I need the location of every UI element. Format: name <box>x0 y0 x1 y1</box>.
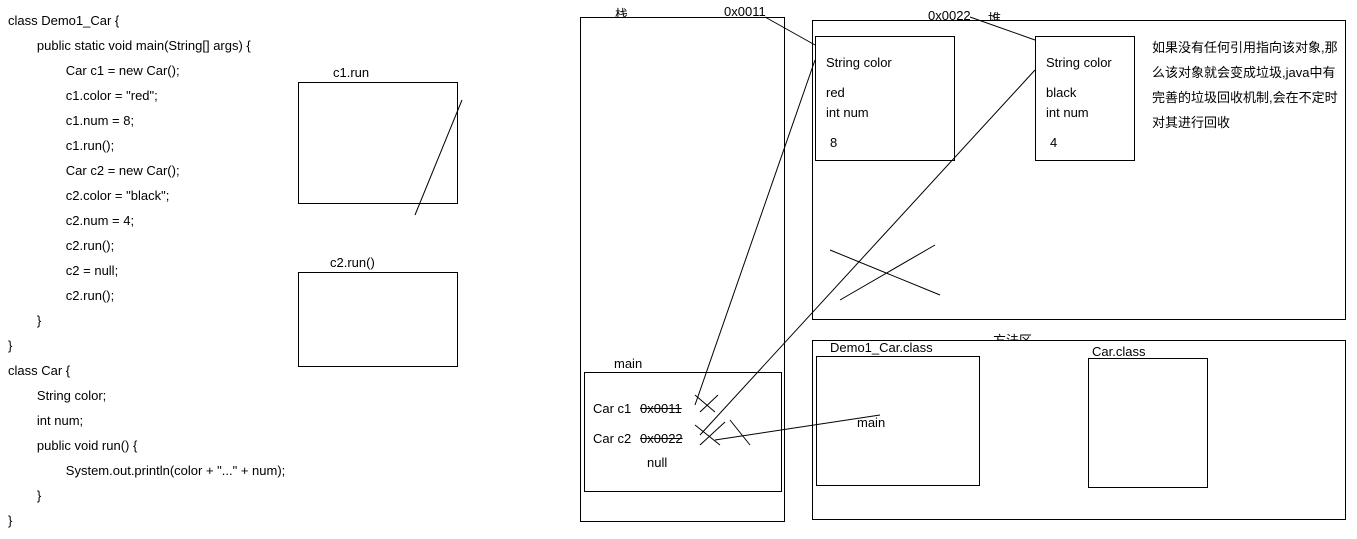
car-class-label: Car.class <box>1092 344 1145 359</box>
code-line: String color; <box>8 383 448 408</box>
code-line: public void run() { <box>8 433 448 458</box>
code-line: public static void main(String[] args) { <box>8 33 448 58</box>
stack-var-c1: Car c1 <box>593 401 631 416</box>
stack-c2-addr: 0x0022 <box>640 431 683 446</box>
addr1-label: 0x0011 <box>724 4 766 19</box>
code-line: int num; <box>8 408 448 433</box>
c2run-label: c2.run() <box>330 255 375 270</box>
demo-class-label: Demo1_Car.class <box>830 340 933 355</box>
obj1-field-num: int num <box>826 105 869 120</box>
stack-var-c2: Car c2 <box>593 431 631 446</box>
gc-note: 如果没有任何引用指向该对象,那么该对象就会变成垃圾,java中有完善的垃圾回收机… <box>1152 35 1342 135</box>
obj2-field-num: int num <box>1046 105 1089 120</box>
code-line: } <box>8 483 448 508</box>
heap-object2: String color black int num 4 <box>1035 36 1135 161</box>
code-line: c2.run(); <box>8 233 448 258</box>
c2run-box <box>298 272 458 367</box>
demo-class-main: main <box>857 415 885 430</box>
code-line: System.out.println(color + "..." + num); <box>8 458 448 483</box>
code-line: Car c1 = new Car(); <box>8 58 448 83</box>
c1run-box <box>298 82 458 204</box>
code-line: } <box>8 508 448 533</box>
stack-c1-addr: 0x0011 <box>640 401 682 416</box>
c1run-label: c1.run <box>333 65 369 80</box>
demo-class-box: main <box>816 356 980 486</box>
main-label: main <box>614 356 642 371</box>
main-stack-frame: Car c1 0x0011 Car c2 0x0022 null <box>584 372 782 492</box>
obj2-field-color: String color <box>1046 55 1112 70</box>
heap-object1: String color red int num 8 <box>815 36 955 161</box>
addr2-label: 0x0022 <box>928 8 971 23</box>
stack-c2-null: null <box>647 455 667 470</box>
car-class-box <box>1088 358 1208 488</box>
code-line: class Demo1_Car { <box>8 8 448 33</box>
code-line: c2.num = 4; <box>8 208 448 233</box>
obj1-field-color: String color <box>826 55 892 70</box>
obj2-value-color: black <box>1046 85 1076 100</box>
obj1-value-num: 8 <box>830 135 837 150</box>
obj2-value-num: 4 <box>1050 135 1057 150</box>
obj1-value-color: red <box>826 85 845 100</box>
